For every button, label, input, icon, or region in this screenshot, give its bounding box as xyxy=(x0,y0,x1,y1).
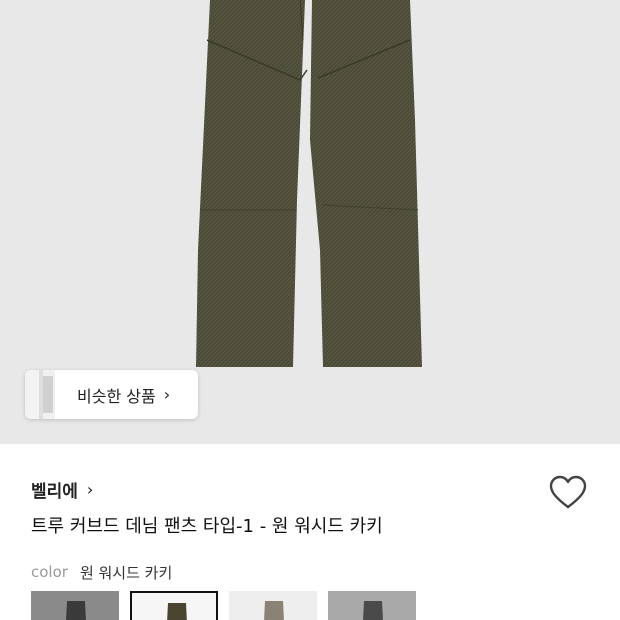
similar-products-button[interactable]: 비슷한 상품 › xyxy=(25,370,198,419)
brand-link[interactable]: 벨리에 › xyxy=(31,476,93,502)
option-label: color xyxy=(31,563,68,581)
color-swatch-selected[interactable] xyxy=(130,591,218,620)
wishlist-heart-icon[interactable] xyxy=(548,474,588,514)
color-swatch[interactable] xyxy=(328,591,416,620)
product-title: 트루 커브드 데님 팬츠 타입-1 - 원 워시드 카키 xyxy=(31,516,383,537)
selected-option: color 원 워시드 카키 xyxy=(31,561,172,583)
chevron-right-icon: › xyxy=(86,479,94,499)
similar-thumbnail xyxy=(25,370,55,419)
product-image[interactable]: 비슷한 상품 › xyxy=(0,0,620,444)
similar-products-label: 비슷한 상품 xyxy=(77,386,156,406)
color-swatch[interactable] xyxy=(31,591,119,620)
color-swatch[interactable] xyxy=(229,591,317,620)
chevron-right-icon: › xyxy=(163,385,171,404)
brand-name: 벨리에 xyxy=(31,481,78,502)
option-value: 원 워시드 카키 xyxy=(79,563,173,582)
